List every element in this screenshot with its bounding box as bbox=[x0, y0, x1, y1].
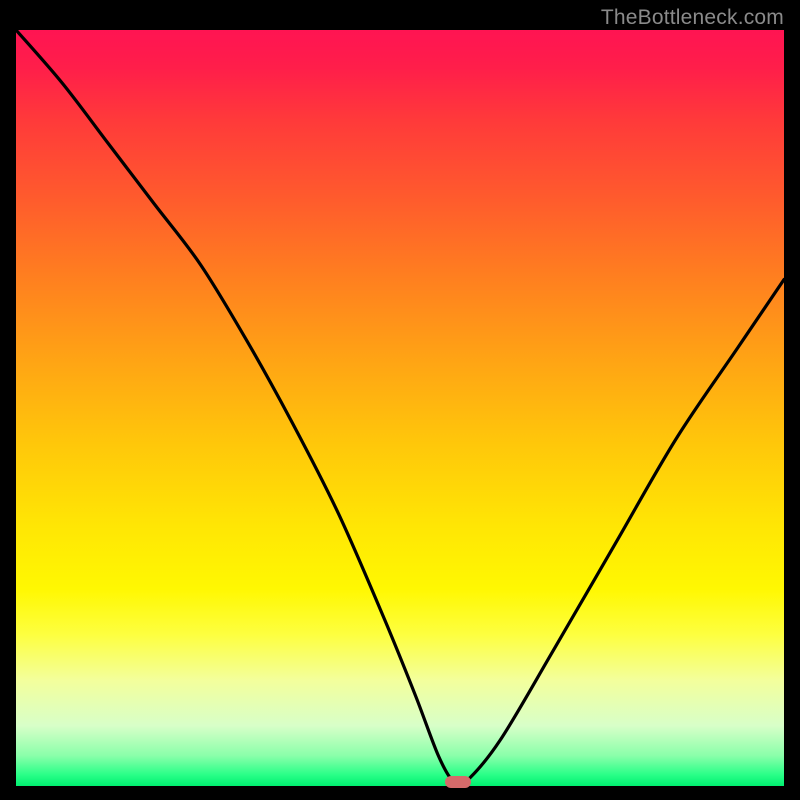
min-marker bbox=[445, 776, 471, 788]
chart-frame bbox=[16, 30, 784, 786]
watermark-text: TheBottleneck.com bbox=[601, 6, 784, 30]
bottleneck-curve bbox=[16, 30, 784, 786]
plot-area bbox=[16, 30, 784, 786]
